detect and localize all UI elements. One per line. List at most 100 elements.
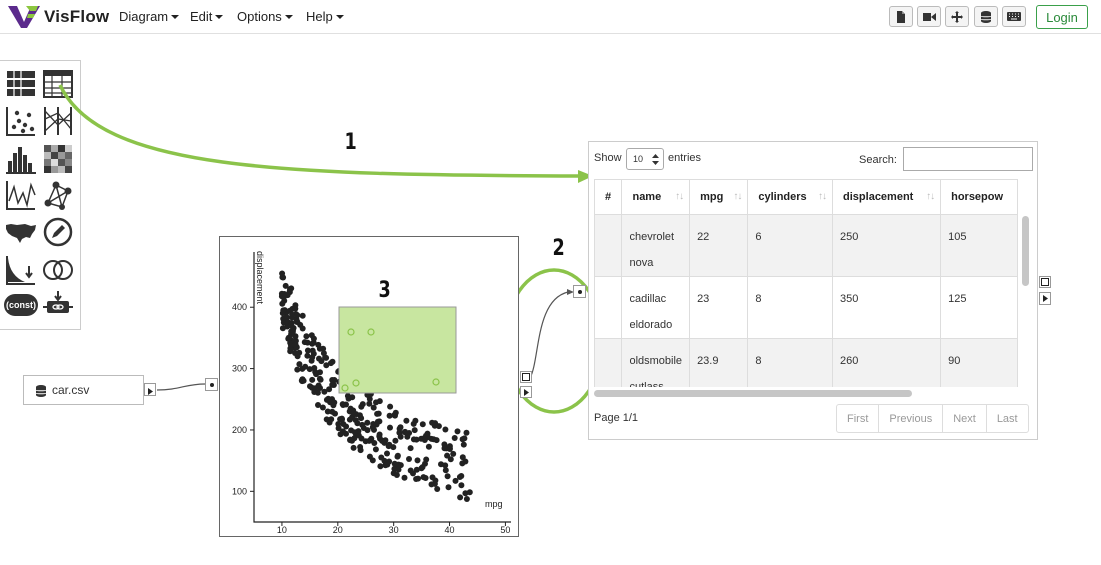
scatterplot-node[interactable]: 10 20 30 40 50 100 200 300 400 displacement mpg: [219, 236, 519, 537]
scatter-point: [458, 482, 465, 489]
scatter-point: [429, 474, 436, 481]
pager-first-button[interactable]: First: [837, 405, 880, 432]
scatter-point: [292, 350, 298, 356]
scatter-point: [431, 422, 438, 429]
annotation-number-1: 1: [344, 130, 357, 155]
vertical-scrollbar[interactable]: [1022, 216, 1029, 286]
scatter-point: [461, 435, 468, 442]
data-table-node[interactable]: Show 10 entries Search: # name ↑↓ mpg ↑↓ c…: [588, 141, 1038, 440]
scatter-point: [419, 421, 426, 428]
scatter-point: [396, 425, 403, 432]
page-info: Page 1/1: [594, 412, 639, 424]
scatter-point: [330, 382, 337, 388]
scatter-point: [359, 401, 366, 408]
edge-scatter-to-table: [529, 291, 569, 379]
scatter-input-port[interactable]: [205, 378, 218, 391]
table-selection-port[interactable]: [1039, 276, 1051, 288]
col-header-displacement[interactable]: displacement ↑↓: [832, 179, 942, 215]
annotation-number-2: 2: [552, 236, 565, 261]
scatter-point: [370, 404, 377, 411]
scatter-point: [407, 445, 414, 452]
col-header-mpg[interactable]: mpg ↑↓: [689, 179, 749, 215]
scatter-point: [324, 408, 331, 415]
scatter-point: [331, 399, 338, 406]
scatter-point: [303, 333, 310, 340]
scatter-point: [307, 383, 313, 390]
scatter-point: [450, 450, 457, 457]
scatter-point: [410, 436, 417, 443]
play-icon: [524, 388, 529, 396]
scatter-point: [340, 402, 347, 408]
scatter-point: [386, 458, 393, 465]
table-input-port[interactable]: [573, 285, 586, 298]
scatter-point: [323, 362, 330, 369]
table-viewport[interactable]: # name ↑↓ mpg ↑↓ cylinders ↑↓ displacement ↑…: [594, 179, 1018, 387]
pager-last-button[interactable]: Last: [987, 405, 1028, 432]
scatter-output-port[interactable]: [520, 386, 532, 398]
scatter-point: [369, 424, 376, 431]
scatter-point: [288, 320, 295, 326]
scatter-point: [374, 410, 381, 417]
col-header-cylinders[interactable]: cylinders ↑↓: [747, 179, 834, 215]
scatter-point: [459, 460, 466, 467]
scatterplot-chart[interactable]: 10 20 30 40 50 100 200 300 400 displacement mpg: [220, 237, 520, 538]
scatter-point: [346, 416, 353, 423]
scatter-point: [444, 473, 451, 480]
scatter-point: [299, 378, 306, 385]
scatter-point: [384, 450, 390, 457]
scatter-point: [343, 423, 350, 430]
entries-select[interactable]: 10: [626, 148, 664, 170]
scatter-point: [414, 457, 421, 464]
scatter-point: [332, 410, 338, 417]
scatter-point: [371, 440, 378, 446]
square-icon: [1041, 278, 1049, 286]
col-header-name[interactable]: name ↑↓: [621, 179, 691, 215]
col-header-horsepower[interactable]: horsepow: [940, 179, 1018, 215]
scatter-point: [434, 486, 441, 492]
scatter-point: [395, 466, 402, 473]
y-tick-label: 200: [232, 425, 247, 435]
updown-icon: [652, 154, 659, 165]
scatter-point: [374, 418, 381, 425]
scatter-point: [406, 430, 413, 436]
table-row[interactable]: oldsmobile cutlass 23.9 8 260 90: [594, 338, 1018, 387]
scatter-point: [360, 425, 367, 431]
col-header-num[interactable]: #: [594, 179, 623, 215]
scatter-point: [279, 325, 286, 332]
scatter-point: [329, 358, 336, 365]
scatter-point: [279, 310, 286, 317]
scatter-point: [311, 389, 318, 395]
annotation-number-3: 3: [378, 278, 391, 303]
pager-previous-button[interactable]: Previous: [879, 405, 944, 432]
scatter-point: [299, 365, 306, 372]
scatter-point: [294, 319, 300, 325]
scatter-point: [393, 472, 400, 478]
scatter-point: [406, 456, 412, 462]
scatter-point: [351, 435, 358, 442]
scatter-point: [362, 438, 369, 445]
scatter-point: [343, 430, 349, 437]
sort-icon: ↑↓: [733, 191, 742, 202]
scatter-point: [316, 355, 322, 362]
x-tick-label: 10: [277, 525, 287, 535]
search-input[interactable]: [903, 147, 1033, 171]
sort-icon: ↑↓: [675, 191, 684, 202]
scatter-point: [304, 347, 311, 354]
scatter-point: [280, 315, 287, 322]
table-row[interactable]: chevrolet nova 22 6 250 105: [594, 214, 1018, 277]
visflow-canvas[interactable]: VisFlow Diagram Edit Options Help Login: [0, 0, 1101, 565]
port-dot-icon: [209, 382, 214, 387]
scatter-point: [456, 474, 463, 480]
scatter-selection-port[interactable]: [520, 371, 532, 383]
scatter-point: [376, 431, 383, 438]
table-output-port[interactable]: [1039, 292, 1051, 305]
scatter-point: [462, 490, 469, 497]
scatter-point: [366, 453, 373, 460]
y-tick-label: 100: [232, 486, 247, 496]
table-row[interactable]: cadillac eldorado 23 8 350 125: [594, 276, 1018, 339]
pager-next-button[interactable]: Next: [943, 405, 987, 432]
square-icon: [522, 373, 530, 381]
scatter-point: [373, 399, 379, 406]
horizontal-scrollbar[interactable]: [594, 390, 912, 397]
scatter-point: [364, 419, 371, 426]
